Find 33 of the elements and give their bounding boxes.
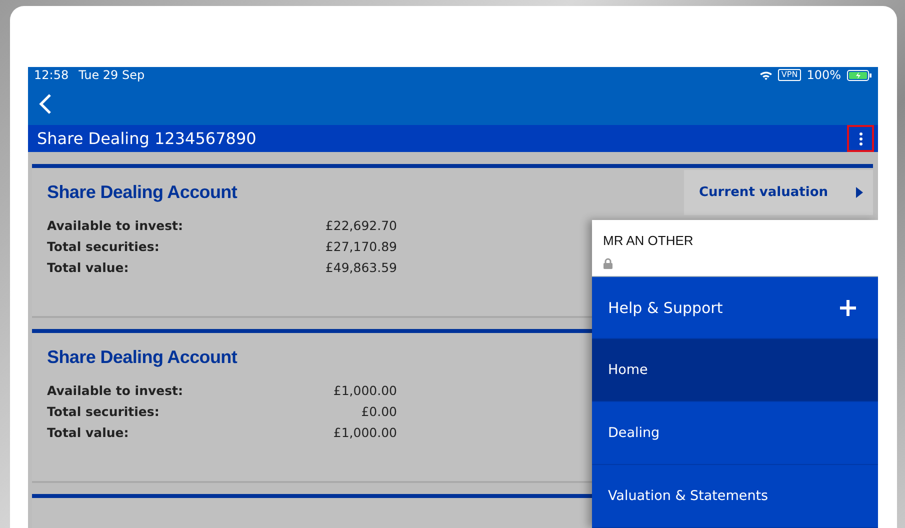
- field-value: £49,863.59: [324, 259, 397, 277]
- field-label: Available to invest:: [47, 217, 184, 235]
- menu-item[interactable]: Home: [592, 339, 878, 402]
- user-name: MR AN OTHER: [603, 233, 694, 248]
- more-button[interactable]: [847, 125, 874, 152]
- more-icon: [858, 132, 862, 146]
- battery-percentage: 100%: [806, 68, 841, 82]
- status-date: Tue 29 Sep: [78, 68, 145, 82]
- field-label: Total value:: [47, 259, 130, 277]
- vpn-indicator: VPN: [778, 69, 801, 82]
- back-button[interactable]: [38, 93, 52, 116]
- field-value: £1,000.00: [332, 424, 397, 442]
- valuation-link[interactable]: Current valuation: [684, 170, 873, 215]
- status-time: 12:58: [34, 68, 69, 82]
- field-value: £1,000.00: [332, 382, 397, 400]
- plus-icon: [840, 300, 856, 316]
- field-label: Total securities:: [47, 238, 160, 256]
- field-value: £22,692.70: [324, 217, 397, 235]
- field-label: Total value:: [47, 424, 130, 442]
- field-value: £27,170.89: [324, 238, 397, 256]
- menu-item[interactable]: Dealing: [592, 402, 878, 465]
- menu-item[interactable]: Valuation & Statements: [592, 465, 878, 528]
- field-label: Total securities:: [47, 403, 160, 421]
- caret-icon: [856, 187, 863, 198]
- wifi-icon: [760, 70, 772, 80]
- account-title: Share Dealing Account: [47, 347, 238, 368]
- account-title: Share Dealing Account: [47, 182, 238, 203]
- page-title: Share Dealing 1234567890: [37, 129, 256, 148]
- menu-item[interactable]: Help & Support: [592, 277, 878, 339]
- back-icon: [38, 93, 52, 116]
- field-value: £0.00: [360, 403, 397, 421]
- battery-icon: [847, 70, 872, 81]
- field-label: Available to invest:: [47, 382, 184, 400]
